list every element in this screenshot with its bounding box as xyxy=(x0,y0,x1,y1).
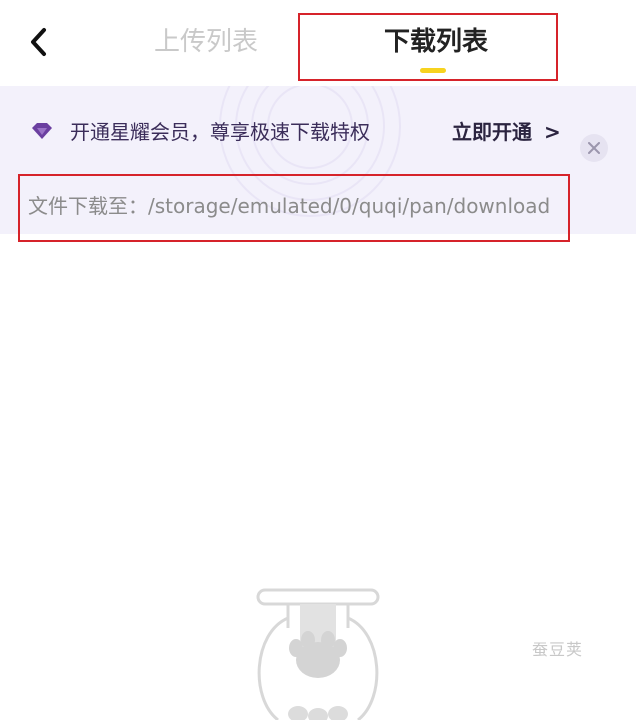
back-button[interactable] xyxy=(20,22,56,62)
tab-download-list[interactable]: 下载列表 xyxy=(384,24,488,60)
cat-paw-jar-icon xyxy=(256,588,380,720)
chevron-left-icon xyxy=(31,28,46,56)
vip-promo-text: 开通星耀会员，尊享极速下载特权 xyxy=(70,120,370,144)
active-tab-indicator xyxy=(420,68,446,73)
watermark-text: 蚕豆荚 xyxy=(532,640,584,659)
diamond-icon xyxy=(32,123,52,139)
close-icon xyxy=(588,142,600,154)
close-banner-button[interactable] xyxy=(580,134,608,162)
header-bar: 上传列表 下载列表 xyxy=(0,0,636,86)
vip-promo-banner[interactable]: 开通星耀会员，尊享极速下载特权 立即开通 > xyxy=(0,104,636,162)
vip-info-area: 开通星耀会员，尊享极速下载特权 立即开通 > 文件下载至：/storage/em… xyxy=(0,86,636,234)
activate-now-link[interactable]: 立即开通 xyxy=(452,118,532,146)
download-list-page: 上传列表 下载列表 开通星耀会员，尊享极速下载特权 立即开通 > 文件下载至：/… xyxy=(0,0,636,720)
download-path-text: 文件下载至：/storage/emulated/0/quqi/pan/downl… xyxy=(28,194,551,218)
tab-upload-list[interactable]: 上传列表 xyxy=(154,24,258,60)
chevron-right-icon[interactable]: > xyxy=(544,118,561,146)
